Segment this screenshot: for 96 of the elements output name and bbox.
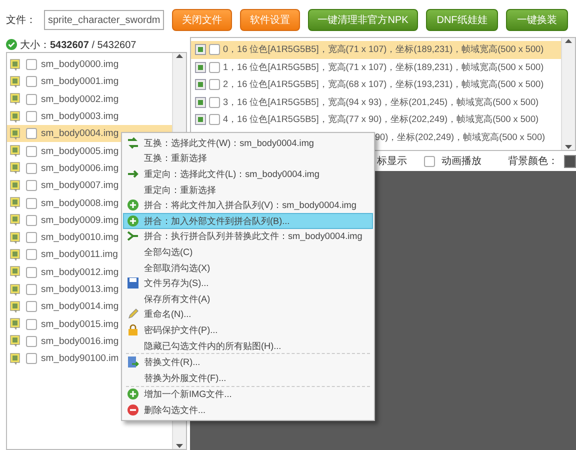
scroll-up-icon[interactable] [176,53,183,58]
checkbox[interactable] [26,353,37,364]
frame-list-item[interactable]: 0，16 位色[A1R5G5B5]，宽高(71 x 107)，坐标(189,231)，帧域宽高(500 x 500) [191,41,561,58]
menu-item[interactable]: 全部勾选(C) [123,244,373,260]
checkbox[interactable] [26,111,37,122]
frame-image-icon [195,114,206,126]
menu-item[interactable]: 重定向：选择此文件(L)：sm_body0004.img [123,166,373,182]
image-file-icon [10,145,22,158]
image-file-icon [10,58,22,71]
file-list-item[interactable]: sm_body0000.img [7,56,172,74]
minus-icon [127,404,139,416]
file-list-item[interactable]: sm_body0003.img [7,108,172,126]
menu-item[interactable]: 删除勾选文件... [123,402,373,418]
image-file-icon [10,284,22,296]
check-circle-icon [6,39,17,50]
checkbox[interactable] [26,232,37,244]
scrollbar[interactable] [561,38,575,150]
frame-image-icon [195,96,206,108]
image-file-icon [10,232,22,244]
scroll-down-icon[interactable] [565,145,572,150]
menu-item[interactable]: 隐藏已勾选文件内的所有贴图(H)... [123,338,373,354]
checkbox[interactable] [26,94,37,105]
menu-item[interactable]: 拼合：执行拼合队列并替换此文件：sm_body0004.img [123,228,373,244]
checkbox[interactable] [209,62,220,73]
menu-item[interactable]: 替换文件(R)... [123,354,373,370]
checkbox[interactable] [26,128,37,140]
lock-icon [127,324,139,336]
frame-list-item[interactable]: 1，16 位色[A1R5G5B5]，宽高(71 x 107)，坐标(189,231)，帧域宽高(500 x 500) [191,58,561,76]
checkbox[interactable] [26,266,37,278]
swap-arrows-icon [127,136,139,149]
image-file-icon [10,110,22,123]
image-file-icon [10,300,22,313]
color-swatch[interactable] [564,154,576,168]
checkbox[interactable] [26,76,37,88]
image-file-icon [10,318,22,330]
file-label: 文件： [6,14,36,27]
menu-item[interactable]: 重命名(N)... [123,306,373,322]
checkbox[interactable] [26,336,37,347]
checkbox[interactable] [209,96,220,108]
menu-item[interactable]: 密码保护文件(P)... [123,322,373,338]
menu-item[interactable]: 替换为外服文件(F)... [123,370,373,386]
menu-item[interactable]: 增加一个新IMG文件... [123,386,373,402]
menu-item[interactable]: 全部取消勾选(X) [123,260,373,276]
image-file-icon [10,335,22,348]
merge-arrows-icon [127,230,139,242]
menu-item[interactable]: 重定向：重新选择 [123,182,373,198]
image-file-icon [10,162,22,174]
image-file-icon [10,128,22,140]
image-file-icon [10,93,22,106]
frame-list-item[interactable]: 4，16 位色[A1R5G5B5]，宽高(77 x 90)，坐标(202,249)，帧域宽高(500 x 500) [191,111,561,128]
animation-label: 动画播放 [441,154,482,168]
arrow-icon [127,168,139,180]
plus-icon [127,388,139,400]
coordinate-display-label: 标显示 [377,154,407,168]
scroll-down-icon[interactable] [176,444,183,449]
file-list-item[interactable]: sm_body0001.img [7,73,172,91]
checkbox[interactable] [26,214,37,226]
image-file-icon [10,248,22,261]
checkbox[interactable] [26,284,37,295]
image-file-icon [10,214,22,226]
checkbox[interactable] [26,198,37,209]
file-name-field[interactable]: sprite_character_swordm [44,10,164,30]
checkbox[interactable] [209,114,220,126]
checkbox[interactable] [26,162,37,174]
menu-item[interactable]: 互换：重新选择 [123,150,373,166]
checkbox[interactable] [209,44,220,56]
frame-list-text: 90)，坐标(202,249)，帧域宽高(500 x 500) [375,130,546,144]
checkbox[interactable] [26,59,37,70]
scroll-up-icon[interactable] [565,38,572,43]
frame-image-icon [195,79,206,90]
checkbox[interactable] [26,180,37,192]
menu-item[interactable]: 文件另存为(S)... [123,275,373,291]
frame-list-item[interactable]: 3，16 位色[A1R5G5B5]，宽高(94 x 93)，坐标(201,245)，帧域宽高(500 x 500) [191,94,561,111]
image-file-icon [10,197,22,210]
checkbox[interactable] [26,249,37,260]
checkbox[interactable] [26,318,37,330]
file-list-item[interactable]: sm_body0002.img [7,90,172,108]
frame-image-icon [195,62,206,73]
checkbox[interactable] [209,79,220,90]
pencil-icon [127,308,139,320]
menu-item[interactable]: 拼合：将此文件加入拼合队列(V)：sm_body0004.img [123,197,373,213]
background-color-label: 背景颜色： [508,154,558,168]
image-file-icon [10,180,22,192]
checkbox[interactable] [26,146,37,157]
plus-icon [127,214,139,227]
size-text: 大小：5432607 / 5432607 [20,38,136,52]
menu-item[interactable]: 保存所有文件(A) [123,290,373,307]
frame-image-icon [195,44,206,56]
checkbox[interactable] [26,301,37,312]
animation-checkbox[interactable] [424,156,436,166]
image-file-icon [10,266,22,278]
image-file-icon [10,76,22,88]
plus-icon [127,199,139,212]
frame-list-item[interactable]: 2，16 位色[A1R5G5B5]，宽高(68 x 107)，坐标(193,231)，帧域宽高(500 x 500) [191,76,561,94]
image-file-icon [10,352,22,365]
menu-item[interactable]: 拼合：加入外部文件到拼合队列(B)... [123,212,373,229]
